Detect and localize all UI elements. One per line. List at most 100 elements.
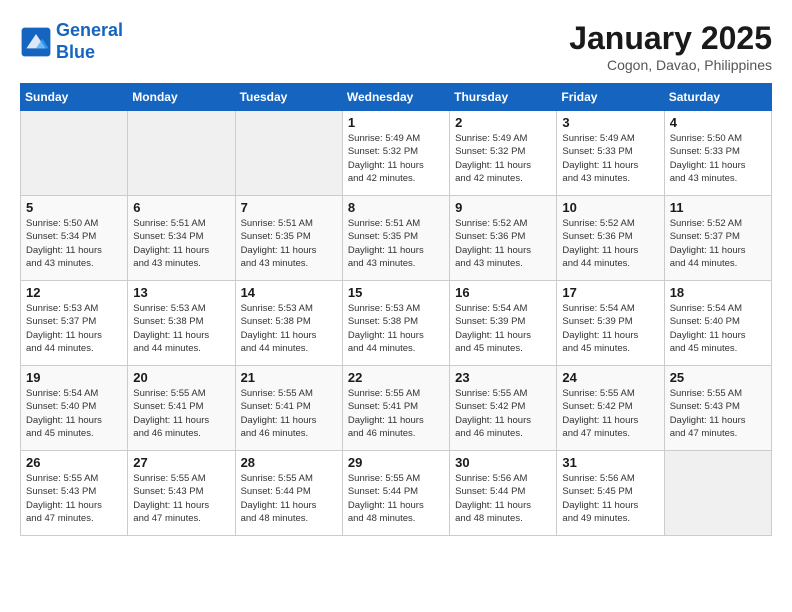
calendar-cell: 3 Sunrise: 5:49 AM Sunset: 5:33 PM Daylig…: [557, 111, 664, 196]
location: Cogon, Davao, Philippines: [569, 57, 772, 73]
day-number: 31: [562, 455, 658, 470]
day-number: 7: [241, 200, 337, 215]
day-info: Sunrise: 5:55 AM Sunset: 5:44 PM Dayligh…: [241, 472, 337, 525]
calendar-table: SundayMondayTuesdayWednesdayThursdayFrid…: [20, 83, 772, 536]
day-info: Sunrise: 5:55 AM Sunset: 5:43 PM Dayligh…: [670, 387, 766, 440]
calendar-cell: 2 Sunrise: 5:49 AM Sunset: 5:32 PM Daylig…: [450, 111, 557, 196]
day-info: Sunrise: 5:54 AM Sunset: 5:39 PM Dayligh…: [562, 302, 658, 355]
calendar-cell: 29 Sunrise: 5:55 AM Sunset: 5:44 PM Dayli…: [342, 451, 449, 536]
day-info: Sunrise: 5:51 AM Sunset: 5:35 PM Dayligh…: [348, 217, 444, 270]
day-info: Sunrise: 5:54 AM Sunset: 5:39 PM Dayligh…: [455, 302, 551, 355]
day-number: 3: [562, 115, 658, 130]
day-info: Sunrise: 5:49 AM Sunset: 5:32 PM Dayligh…: [348, 132, 444, 185]
calendar-cell: 13Sunrise: 5:53 AM Sunset: 5:38 PM Dayli…: [128, 281, 235, 366]
day-number: 27: [133, 455, 229, 470]
page-header: General Blue January 2025 Cogon, Davao, …: [20, 20, 772, 73]
calendar-cell: [235, 111, 342, 196]
day-info: Sunrise: 5:50 AM Sunset: 5:33 PM Dayligh…: [670, 132, 766, 185]
calendar-cell: 17 Sunrise: 5:54 AM Sunset: 5:39 PM Dayli…: [557, 281, 664, 366]
logo-general: General: [56, 20, 123, 40]
calendar-cell: 23 Sunrise: 5:55 AM Sunset: 5:42 PM Dayli…: [450, 366, 557, 451]
calendar-cell: 5 Sunrise: 5:50 AM Sunset: 5:34 PM Daylig…: [21, 196, 128, 281]
day-info: Sunrise: 5:50 AM Sunset: 5:34 PM Dayligh…: [26, 217, 122, 270]
day-number: 25: [670, 370, 766, 385]
day-number: 28: [241, 455, 337, 470]
logo-icon: [20, 26, 52, 58]
calendar-cell: 25 Sunrise: 5:55 AM Sunset: 5:43 PM Dayli…: [664, 366, 771, 451]
calendar-cell: 27 Sunrise: 5:55 AM Sunset: 5:43 PM Dayli…: [128, 451, 235, 536]
day-info: Sunrise: 5:53 AM Sunset: 5:38 PM Dayligh…: [348, 302, 444, 355]
calendar-cell: 18 Sunrise: 5:54 AM Sunset: 5:40 PM Dayli…: [664, 281, 771, 366]
weekday-header-wednesday: Wednesday: [342, 84, 449, 111]
day-number: 8: [348, 200, 444, 215]
calendar-cell: 10 Sunrise: 5:52 AM Sunset: 5:36 PM Dayli…: [557, 196, 664, 281]
calendar-cell: 31Sunrise: 5:56 AM Sunset: 5:45 PM Dayli…: [557, 451, 664, 536]
calendar-cell: [21, 111, 128, 196]
calendar-cell: 1 Sunrise: 5:49 AM Sunset: 5:32 PM Daylig…: [342, 111, 449, 196]
weekday-header-friday: Friday: [557, 84, 664, 111]
day-info: Sunrise: 5:55 AM Sunset: 5:42 PM Dayligh…: [455, 387, 551, 440]
day-number: 4: [670, 115, 766, 130]
day-info: Sunrise: 5:55 AM Sunset: 5:43 PM Dayligh…: [133, 472, 229, 525]
calendar-cell: 19 Sunrise: 5:54 AM Sunset: 5:40 PM Dayli…: [21, 366, 128, 451]
day-number: 2: [455, 115, 551, 130]
calendar-week-5: 26 Sunrise: 5:55 AM Sunset: 5:43 PM Dayli…: [21, 451, 772, 536]
day-number: 6: [133, 200, 229, 215]
weekday-header-row: SundayMondayTuesdayWednesdayThursdayFrid…: [21, 84, 772, 111]
day-info: Sunrise: 5:51 AM Sunset: 5:35 PM Dayligh…: [241, 217, 337, 270]
day-number: 26: [26, 455, 122, 470]
day-number: 23: [455, 370, 551, 385]
weekday-header-thursday: Thursday: [450, 84, 557, 111]
calendar-cell: 20 Sunrise: 5:55 AM Sunset: 5:41 PM Dayli…: [128, 366, 235, 451]
day-number: 29: [348, 455, 444, 470]
day-number: 19: [26, 370, 122, 385]
calendar-cell: 8 Sunrise: 5:51 AM Sunset: 5:35 PM Daylig…: [342, 196, 449, 281]
weekday-header-saturday: Saturday: [664, 84, 771, 111]
weekday-header-tuesday: Tuesday: [235, 84, 342, 111]
calendar-cell: 11 Sunrise: 5:52 AM Sunset: 5:37 PM Dayli…: [664, 196, 771, 281]
day-number: 11: [670, 200, 766, 215]
calendar-week-2: 5 Sunrise: 5:50 AM Sunset: 5:34 PM Daylig…: [21, 196, 772, 281]
day-info: Sunrise: 5:52 AM Sunset: 5:37 PM Dayligh…: [670, 217, 766, 270]
calendar-cell: 22Sunrise: 5:55 AM Sunset: 5:41 PM Dayli…: [342, 366, 449, 451]
day-info: Sunrise: 5:54 AM Sunset: 5:40 PM Dayligh…: [670, 302, 766, 355]
day-info: Sunrise: 5:53 AM Sunset: 5:38 PM Dayligh…: [133, 302, 229, 355]
title-block: January 2025 Cogon, Davao, Philippines: [569, 20, 772, 73]
day-info: Sunrise: 5:56 AM Sunset: 5:44 PM Dayligh…: [455, 472, 551, 525]
day-info: Sunrise: 5:49 AM Sunset: 5:32 PM Dayligh…: [455, 132, 551, 185]
day-info: Sunrise: 5:55 AM Sunset: 5:44 PM Dayligh…: [348, 472, 444, 525]
day-info: Sunrise: 5:52 AM Sunset: 5:36 PM Dayligh…: [562, 217, 658, 270]
day-number: 18: [670, 285, 766, 300]
calendar-cell: 24 Sunrise: 5:55 AM Sunset: 5:42 PM Dayli…: [557, 366, 664, 451]
weekday-header-monday: Monday: [128, 84, 235, 111]
weekday-header-sunday: Sunday: [21, 84, 128, 111]
day-info: Sunrise: 5:54 AM Sunset: 5:40 PM Dayligh…: [26, 387, 122, 440]
day-info: Sunrise: 5:55 AM Sunset: 5:41 PM Dayligh…: [348, 387, 444, 440]
day-number: 5: [26, 200, 122, 215]
day-number: 20: [133, 370, 229, 385]
day-number: 1: [348, 115, 444, 130]
day-info: Sunrise: 5:55 AM Sunset: 5:42 PM Dayligh…: [562, 387, 658, 440]
day-number: 24: [562, 370, 658, 385]
day-info: Sunrise: 5:55 AM Sunset: 5:41 PM Dayligh…: [133, 387, 229, 440]
day-number: 15: [348, 285, 444, 300]
calendar-cell: 6Sunrise: 5:51 AM Sunset: 5:34 PM Daylig…: [128, 196, 235, 281]
day-number: 17: [562, 285, 658, 300]
logo-blue: Blue: [56, 42, 95, 62]
calendar-cell: 9 Sunrise: 5:52 AM Sunset: 5:36 PM Daylig…: [450, 196, 557, 281]
calendar-cell: [664, 451, 771, 536]
day-number: 10: [562, 200, 658, 215]
calendar-cell: [128, 111, 235, 196]
day-info: Sunrise: 5:49 AM Sunset: 5:33 PM Dayligh…: [562, 132, 658, 185]
calendar-cell: 15 Sunrise: 5:53 AM Sunset: 5:38 PM Dayli…: [342, 281, 449, 366]
calendar-cell: 16 Sunrise: 5:54 AM Sunset: 5:39 PM Dayli…: [450, 281, 557, 366]
day-info: Sunrise: 5:52 AM Sunset: 5:36 PM Dayligh…: [455, 217, 551, 270]
day-info: Sunrise: 5:53 AM Sunset: 5:38 PM Dayligh…: [241, 302, 337, 355]
calendar-cell: 26Sunrise: 5:55 AM Sunset: 5:43 PM Dayli…: [21, 451, 128, 536]
day-number: 14: [241, 285, 337, 300]
calendar-week-1: 1 Sunrise: 5:49 AM Sunset: 5:32 PM Daylig…: [21, 111, 772, 196]
day-info: Sunrise: 5:53 AM Sunset: 5:37 PM Dayligh…: [26, 302, 122, 355]
day-number: 9: [455, 200, 551, 215]
calendar-cell: 14 Sunrise: 5:53 AM Sunset: 5:38 PM Dayli…: [235, 281, 342, 366]
day-number: 16: [455, 285, 551, 300]
